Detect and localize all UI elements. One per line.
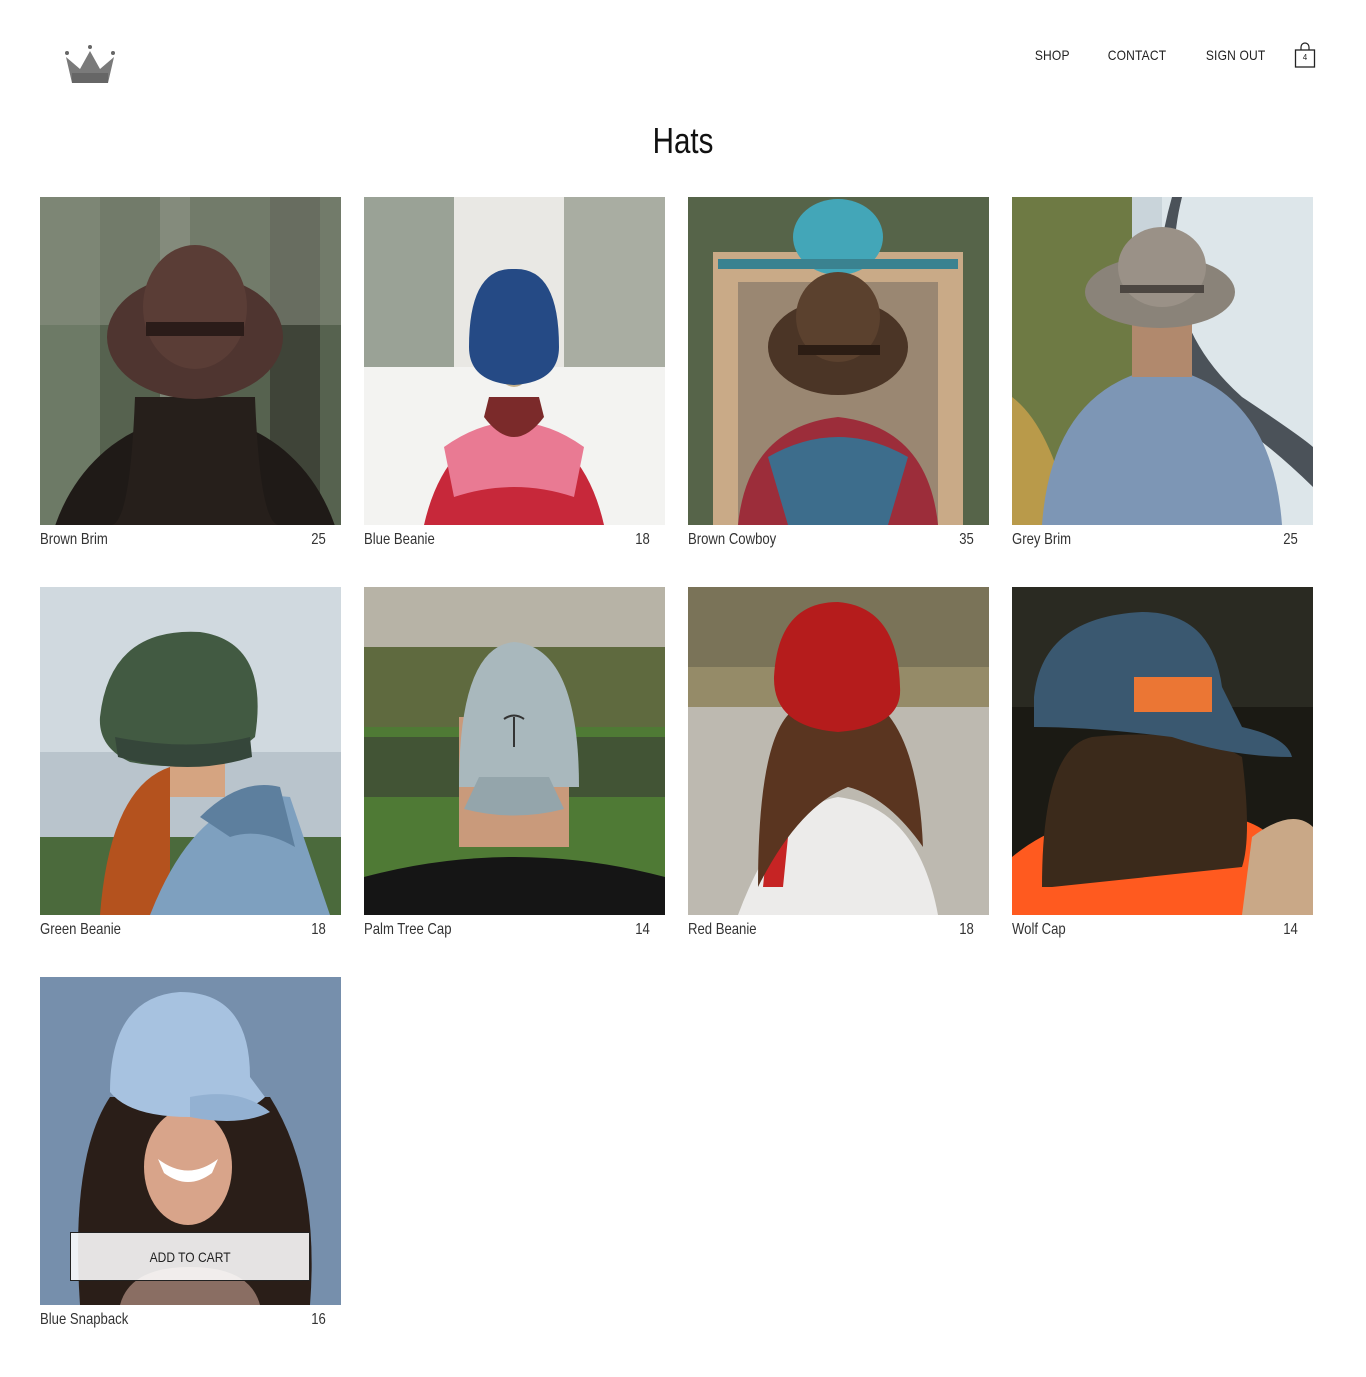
product-card: Brown Brim 25 bbox=[40, 197, 341, 548]
product-name: Brown Cowboy bbox=[688, 531, 777, 548]
product-image[interactable] bbox=[364, 587, 665, 915]
product-image[interactable] bbox=[688, 197, 989, 525]
product-card: Green Beanie 18 bbox=[40, 587, 341, 938]
product-price: 18 bbox=[635, 531, 650, 548]
crown-logo-icon[interactable] bbox=[62, 43, 118, 87]
main-nav: SHOP CONTACT SIGN OUT 4 bbox=[1002, 40, 1316, 70]
cart-count: 4 bbox=[1302, 53, 1308, 62]
product-meta: Red Beanie 18 bbox=[688, 921, 989, 943]
site-header: SHOP CONTACT SIGN OUT 4 bbox=[0, 0, 1366, 110]
product-name: Blue Beanie bbox=[364, 531, 435, 548]
product-price: 18 bbox=[311, 921, 326, 938]
product-name: Green Beanie bbox=[40, 921, 121, 938]
product-grid: Brown Brim 25 Blue Beanie 18 Brown Cowbo… bbox=[40, 197, 1313, 1328]
product-image[interactable] bbox=[40, 587, 341, 915]
product-meta: Green Beanie 18 bbox=[40, 921, 341, 943]
nav-sign-out-link[interactable]: SIGN OUT bbox=[1206, 40, 1266, 70]
product-name: Brown Brim bbox=[40, 531, 108, 548]
product-image[interactable] bbox=[40, 197, 341, 525]
product-card: ADD TO CART Blue Snapback 16 bbox=[40, 977, 341, 1328]
cart-button[interactable]: 4 bbox=[1294, 41, 1316, 69]
nav-shop-link[interactable]: SHOP bbox=[1035, 40, 1070, 70]
product-name: Grey Brim bbox=[1012, 531, 1072, 548]
product-card: Brown Cowboy 35 bbox=[688, 197, 989, 548]
product-price: 18 bbox=[959, 921, 974, 938]
nav-contact-link[interactable]: CONTACT bbox=[1107, 40, 1166, 70]
product-price: 14 bbox=[1283, 921, 1298, 938]
add-to-cart-label: ADD TO CART bbox=[149, 1248, 231, 1265]
add-to-cart-button[interactable]: ADD TO CART bbox=[70, 1232, 310, 1281]
product-image[interactable] bbox=[1012, 587, 1313, 915]
product-image[interactable] bbox=[1012, 197, 1313, 525]
product-card: Red Beanie 18 bbox=[688, 587, 989, 938]
product-card: Grey Brim 25 bbox=[1012, 197, 1313, 548]
product-card: Wolf Cap 14 bbox=[1012, 587, 1313, 938]
product-price: 25 bbox=[311, 531, 326, 548]
product-name: Palm Tree Cap bbox=[364, 921, 452, 938]
product-name: Blue Snapback bbox=[40, 1311, 129, 1328]
page-title: Hats bbox=[652, 120, 714, 161]
product-price: 35 bbox=[959, 531, 974, 548]
product-meta: Blue Beanie 18 bbox=[364, 531, 665, 553]
product-meta: Palm Tree Cap 14 bbox=[364, 921, 665, 943]
product-price: 16 bbox=[311, 1311, 326, 1328]
product-price: 25 bbox=[1283, 531, 1298, 548]
product-image[interactable] bbox=[364, 197, 665, 525]
product-image[interactable]: ADD TO CART bbox=[40, 977, 341, 1305]
product-name: Wolf Cap bbox=[1012, 921, 1066, 938]
product-meta: Grey Brim 25 bbox=[1012, 531, 1313, 553]
product-card: Palm Tree Cap 14 bbox=[364, 587, 665, 938]
product-meta: Brown Brim 25 bbox=[40, 531, 341, 553]
product-meta: Brown Cowboy 35 bbox=[688, 531, 989, 553]
product-meta: Wolf Cap 14 bbox=[1012, 921, 1313, 943]
product-name: Red Beanie bbox=[688, 921, 757, 938]
product-price: 14 bbox=[635, 921, 650, 938]
product-meta: Blue Snapback 16 bbox=[40, 1311, 341, 1333]
product-card: Blue Beanie 18 bbox=[364, 197, 665, 548]
product-image[interactable] bbox=[688, 587, 989, 915]
